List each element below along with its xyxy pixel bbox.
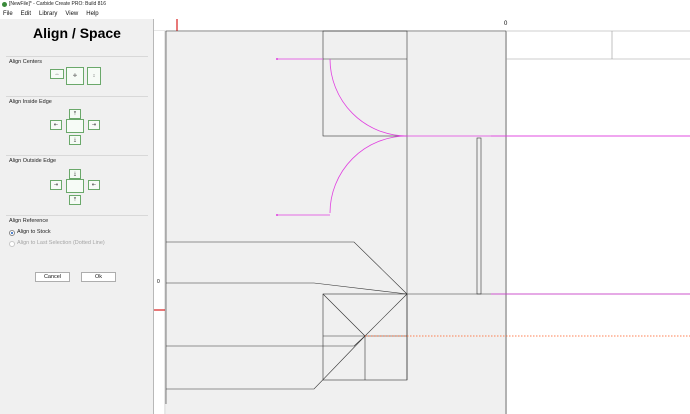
align-center-vertical-button[interactable]: ↕ [87, 67, 101, 85]
align-inside-left-button[interactable]: ⇤ [50, 120, 62, 130]
align-center-both-button[interactable]: ✛ [66, 67, 84, 85]
ok-button[interactable]: Ok [81, 272, 116, 282]
align-to-stock-label[interactable]: Align to Stock [17, 229, 51, 235]
align-inside-label: Align Inside Edge [9, 99, 52, 105]
align-outside-top-button[interactable]: ⤓ [69, 169, 81, 179]
cancel-button[interactable]: Cancel [35, 272, 70, 282]
align-outside-right-button[interactable]: ⇤ [88, 180, 100, 190]
app-icon [2, 2, 7, 7]
stock-area [166, 31, 507, 414]
align-to-last-selection-radio[interactable] [9, 241, 15, 247]
horizontal-ruler [154, 19, 690, 31]
align-inside-right-button[interactable]: ⇥ [88, 120, 100, 130]
align-outside-center-box [66, 179, 84, 193]
window-titlebar: [NewFile]* - Carbide Create PRO: Build 8… [0, 0, 690, 9]
canvas-drawing[interactable]: 0 0 [154, 19, 690, 414]
menu-bar: File Edit Library View Help [0, 9, 690, 19]
align-inside-bottom-button[interactable]: ⤓ [69, 135, 81, 145]
align-outside-label: Align Outside Edge [9, 158, 57, 164]
align-center-horizontal-button[interactable]: ↔ [50, 69, 64, 79]
ruler-v-zero-label: 0 [157, 279, 160, 285]
menu-view[interactable]: View [65, 9, 78, 19]
align-inside-center-box [66, 119, 84, 133]
align-to-last-selection-label[interactable]: Align to Last Selection (Dotted Line) [17, 240, 105, 246]
toolpath-start-point [276, 214, 278, 216]
align-outside-left-button[interactable]: ⇥ [50, 180, 62, 190]
panel-title: Align / Space [33, 25, 121, 41]
window-title: [NewFile]* - Carbide Create PRO: Build 8… [9, 1, 106, 7]
menu-help[interactable]: Help [86, 9, 98, 19]
divider [6, 215, 148, 216]
divider [6, 56, 148, 57]
vertical-ruler [154, 31, 165, 414]
align-inside-top-button[interactable]: ⤒ [69, 109, 81, 119]
design-canvas[interactable]: 0 0 [154, 19, 690, 414]
align-outside-bottom-button[interactable]: ⤒ [69, 195, 81, 205]
divider [6, 155, 148, 156]
align-space-panel: Align / Space Align Centers ↔ ✛ ↕ Align … [0, 19, 154, 414]
align-centers-label: Align Centers [9, 59, 43, 65]
align-to-stock-radio[interactable] [9, 230, 15, 236]
align-reference-label: Align Reference [9, 218, 49, 224]
menu-library[interactable]: Library [39, 9, 57, 19]
toolpath-start-point [276, 58, 278, 60]
menu-edit[interactable]: Edit [21, 9, 31, 19]
menu-file[interactable]: File [3, 9, 13, 19]
divider [6, 96, 148, 97]
